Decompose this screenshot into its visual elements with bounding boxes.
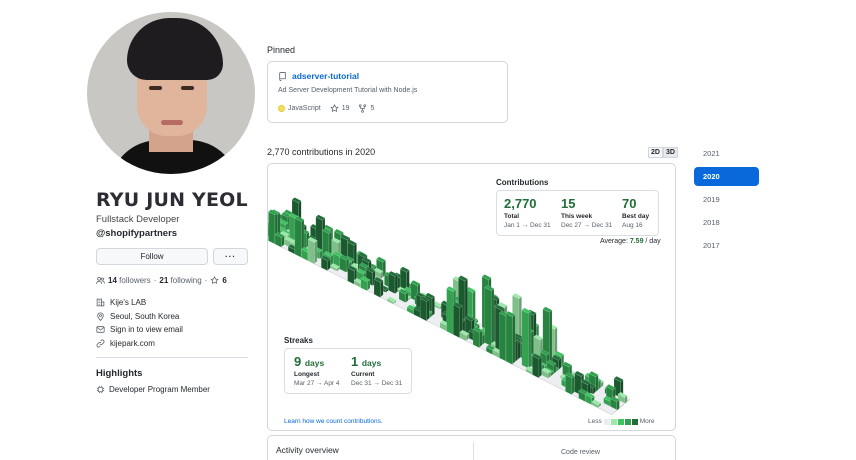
year-item-2019[interactable]: 2019 xyxy=(694,190,759,209)
legend-swatches xyxy=(603,418,638,425)
contributions-stats-title: Contributions xyxy=(496,178,549,187)
current-range: Dec 31 → Dec 31 xyxy=(351,380,403,387)
repo-icon xyxy=(279,71,286,81)
highlight-label: Developer Program Member xyxy=(109,385,210,394)
star-icon xyxy=(210,276,219,284)
streaks-title: Streaks xyxy=(284,336,313,345)
color-legend: Less More xyxy=(588,418,655,425)
year-item-2017[interactable]: 2017 xyxy=(694,236,759,255)
repo-forks[interactable]: 5 xyxy=(358,104,374,113)
legend-less: Less xyxy=(588,418,602,425)
pinned-repo-card: adserver-tutorial Ad Server Development … xyxy=(267,61,508,123)
repo-name[interactable]: adserver-tutorial xyxy=(292,71,359,81)
contributions-panel: Contributions 2,770 Total Jan 1 → Dec 31… xyxy=(267,163,676,431)
contributions-stats-card: 2,770 Total Jan 1 → Dec 31 15 This week … xyxy=(496,190,659,236)
activity-overview-panel: Activity overview Code review xyxy=(267,435,676,460)
longest-value: 9 days xyxy=(294,354,325,369)
cpu-icon xyxy=(96,385,105,394)
profile-handle: @shopifypartners xyxy=(96,228,178,239)
divider xyxy=(96,357,248,358)
longest-range: Mar 27 → Apr 4 xyxy=(294,380,340,387)
divider xyxy=(473,442,474,460)
week-range: Dec 27 → Dec 31 xyxy=(561,222,613,229)
streaks-card: 9 days Longest Mar 27 → Apr 4 1 days Cur… xyxy=(284,348,412,394)
best-label: Best day xyxy=(622,213,650,220)
total-label: Total xyxy=(504,213,520,220)
legend-swatch xyxy=(603,418,610,425)
legend-swatch xyxy=(624,418,631,425)
following-link[interactable]: 21 following xyxy=(159,276,201,285)
toggle-3d-button[interactable]: 3D xyxy=(662,147,678,158)
year-item-2021[interactable]: 2021 xyxy=(694,144,759,163)
company-row: Kije's LAB xyxy=(96,296,183,310)
total-value: 2,770 xyxy=(504,196,537,211)
legend-swatch xyxy=(617,418,624,425)
email-row[interactable]: Sign in to view email xyxy=(96,323,183,337)
legend-swatch xyxy=(631,418,638,425)
repo-stars[interactable]: 19 xyxy=(330,104,349,113)
average-line: Average: 7.59 / day xyxy=(600,238,661,245)
followers-link[interactable]: 14 followers xyxy=(108,276,151,285)
average-value: 7.59 xyxy=(629,238,644,245)
people-icon xyxy=(96,276,105,284)
highlight-item[interactable]: Developer Program Member xyxy=(96,385,210,394)
best-date: Aug 16 xyxy=(622,222,643,229)
current-label: Current xyxy=(351,371,375,378)
more-options-button[interactable]: ··· xyxy=(213,248,248,265)
profile-details: Kije's LAB Seoul, South Korea Sign in to… xyxy=(96,296,183,350)
company-text: Kije's LAB xyxy=(110,298,147,308)
best-value: 70 xyxy=(622,196,637,211)
location-row: Seoul, South Korea xyxy=(96,310,183,324)
website-row[interactable]: kijepark.com xyxy=(96,337,183,351)
learn-contributions-link[interactable]: Learn how we count contributions. xyxy=(284,418,383,425)
repo-description: Ad Server Development Tutorial with Node… xyxy=(278,87,418,94)
week-value: 15 xyxy=(561,196,576,211)
week-label: This week xyxy=(561,213,593,220)
fork-icon xyxy=(359,104,367,113)
current-value: 1 days xyxy=(351,354,382,369)
website-link[interactable]: kijepark.com xyxy=(110,339,155,348)
year-list: 2021 2020 2019 2018 2017 xyxy=(694,144,759,259)
location-text: Seoul, South Korea xyxy=(110,311,180,321)
follow-button[interactable]: Follow xyxy=(96,248,208,265)
pinned-title: Pinned xyxy=(267,45,296,55)
follow-stats: 14 followers · 21 following · 6 xyxy=(96,276,227,285)
star-icon xyxy=(330,104,339,112)
avatar[interactable] xyxy=(87,12,255,174)
year-item-2020[interactable]: 2020 xyxy=(694,167,759,186)
code-review-label: Code review xyxy=(561,449,600,456)
repo-link[interactable]: adserver-tutorial xyxy=(278,71,359,81)
email-link[interactable]: Sign in to view email xyxy=(110,325,183,334)
stars-count[interactable]: 6 xyxy=(222,276,226,285)
location-pin-icon xyxy=(97,312,104,321)
profile-role: Fullstack Developer xyxy=(96,214,180,225)
legend-more: More xyxy=(639,418,655,425)
activity-title: Activity overview xyxy=(276,445,339,455)
language-color-dot xyxy=(278,105,285,112)
highlights-title: Highlights xyxy=(96,368,143,379)
view-toggle: 2D 3D xyxy=(648,147,678,158)
legend-swatch xyxy=(610,418,617,425)
year-item-2018[interactable]: 2018 xyxy=(694,213,759,232)
toggle-2d-button[interactable]: 2D xyxy=(648,147,663,158)
contributions-title: 2,770 contributions in 2020 xyxy=(267,147,376,157)
link-icon xyxy=(96,339,105,348)
building-icon xyxy=(96,298,105,307)
profile-name: RYU JUN YEOL xyxy=(96,189,248,211)
longest-label: Longest xyxy=(294,371,320,378)
repo-meta: JavaScript 19 5 xyxy=(278,104,374,113)
mail-icon xyxy=(96,326,105,333)
total-range: Jan 1 → Dec 31 xyxy=(504,222,551,229)
repo-language: JavaScript xyxy=(278,105,321,112)
